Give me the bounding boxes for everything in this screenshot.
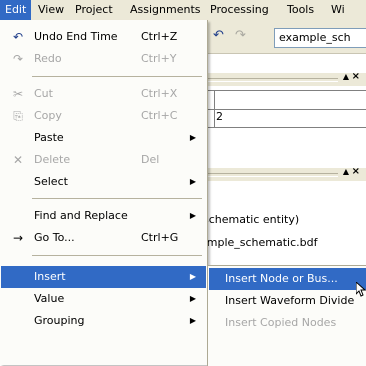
- submenu-arrow-icon: ▶: [189, 272, 196, 281]
- data-grid: 2: [195, 90, 366, 128]
- menu-item-select[interactable]: Select ▶: [1, 171, 206, 193]
- menu-item-label: Select: [34, 175, 68, 188]
- menu-item-label: Cut: [34, 87, 53, 100]
- entity-combo-box[interactable]: example_sch: [274, 28, 366, 48]
- scissors-icon: ✂: [12, 87, 24, 101]
- menu-item-undo[interactable]: ↶ Undo End Time Ctrl+Z: [1, 26, 206, 48]
- mouse-pointer-icon: [356, 282, 366, 297]
- panel-collapse-icon[interactable]: ▲: [343, 167, 349, 176]
- menu-item-go-to[interactable]: → Go To... Ctrl+G: [1, 227, 206, 249]
- undo-icon[interactable]: ↶: [213, 28, 224, 43]
- menu-item-grouping[interactable]: Grouping ▶: [1, 310, 206, 332]
- menu-item-shortcut: Ctrl+Z: [141, 30, 178, 43]
- menu-item-label: Undo End Time: [34, 30, 118, 43]
- hierarchy-entity-text: 'schematic entity): [200, 213, 300, 226]
- menu-item-find-replace[interactable]: Find and Replace ▶: [1, 205, 206, 227]
- menu-item-redo: ↷ Redo Ctrl+Y: [1, 48, 206, 70]
- panel-close-icon[interactable]: ×: [352, 71, 360, 82]
- menu-item-delete: ✕ Delete Del: [1, 149, 206, 171]
- hierarchy-file-text: ample_schematic.bdf: [200, 236, 318, 249]
- menu-window[interactable]: Wi: [326, 0, 350, 20]
- menu-item-shortcut: Ctrl+G: [141, 231, 179, 244]
- menu-item-cut: ✂ Cut Ctrl+X: [1, 83, 206, 105]
- menu-item-label: Grouping: [34, 314, 85, 327]
- menu-tools[interactable]: Tools: [282, 0, 319, 20]
- menu-item-label: Insert Copied Nodes: [225, 316, 337, 329]
- menu-separator: [32, 255, 202, 256]
- submenu-arrow-icon: ▶: [189, 177, 196, 186]
- insert-submenu: Insert Node or Bus... Insert Waveform Di…: [207, 265, 366, 366]
- undo-icon: ↶: [12, 30, 24, 44]
- menu-item-label: Value: [34, 292, 65, 305]
- submenu-item-insert-node-or-bus[interactable]: Insert Node or Bus...: [209, 268, 366, 290]
- panel-title-bar-top: ▲ ×: [195, 71, 366, 86]
- panel-close-icon[interactable]: ×: [352, 166, 360, 177]
- submenu-arrow-icon: ▶: [189, 133, 196, 142]
- panel-grip: [203, 78, 338, 82]
- menu-item-paste[interactable]: Paste ▶: [1, 127, 206, 149]
- menu-separator: [32, 76, 202, 77]
- menu-item-value[interactable]: Value ▶: [1, 288, 206, 310]
- menu-item-label: Insert Waveform Divide: [225, 294, 355, 307]
- menu-item-label: Paste: [34, 131, 64, 144]
- go-to-arrow-icon: →: [12, 231, 24, 245]
- submenu-arrow-icon: ▶: [189, 316, 196, 325]
- menu-item-shortcut: Ctrl+X: [141, 87, 178, 100]
- panel-grip: [203, 173, 338, 177]
- submenu-arrow-icon: ▶: [189, 211, 196, 220]
- menu-item-label: Redo: [34, 52, 62, 65]
- menu-item-label: Go To...: [34, 231, 75, 244]
- edit-menu: ↶ Undo End Time Ctrl+Z ↷ Redo Ctrl+Y ✂ C…: [0, 20, 208, 365]
- menu-item-label: Copy: [34, 109, 62, 122]
- menu-processing[interactable]: Processing: [205, 0, 274, 20]
- submenu-item-insert-copied-nodes: Insert Copied Nodes: [209, 312, 366, 334]
- submenu-item-insert-waveform-divider[interactable]: Insert Waveform Divide: [209, 290, 366, 312]
- menu-item-copy: ⎘ Copy Ctrl+C: [1, 105, 206, 127]
- menu-item-label: Insert Node or Bus...: [225, 272, 338, 285]
- menu-item-label: Insert: [34, 270, 66, 283]
- menu-item-shortcut: Ctrl+Y: [141, 52, 177, 65]
- panel-title-bar-bottom: ▲ ×: [195, 166, 366, 181]
- menu-separator: [32, 198, 202, 199]
- menu-assignments[interactable]: Assignments: [125, 0, 206, 20]
- menu-item-insert[interactable]: Insert ▶: [1, 266, 206, 288]
- grid-cell: 2: [216, 110, 223, 123]
- grid-column-divider: [214, 91, 215, 127]
- menu-edit[interactable]: Edit: [0, 0, 32, 20]
- delete-icon: ✕: [12, 153, 24, 167]
- redo-icon: ↷: [235, 28, 246, 43]
- menu-item-shortcut: Ctrl+C: [141, 109, 178, 122]
- submenu-arrow-icon: ▶: [189, 294, 196, 303]
- panel-collapse-icon[interactable]: ▲: [343, 72, 349, 81]
- grid-header-row: [196, 91, 366, 110]
- copy-icon: ⎘: [13, 109, 23, 123]
- menu-item-label: Find and Replace: [34, 209, 128, 222]
- redo-icon: ↷: [12, 52, 24, 66]
- menu-item-label: Delete: [34, 153, 71, 166]
- menu-view[interactable]: View: [33, 0, 69, 20]
- menu-project[interactable]: Project: [70, 0, 118, 20]
- menu-bar: Edit View Project Assignments Processing…: [0, 0, 366, 21]
- menu-item-shortcut: Del: [141, 153, 160, 166]
